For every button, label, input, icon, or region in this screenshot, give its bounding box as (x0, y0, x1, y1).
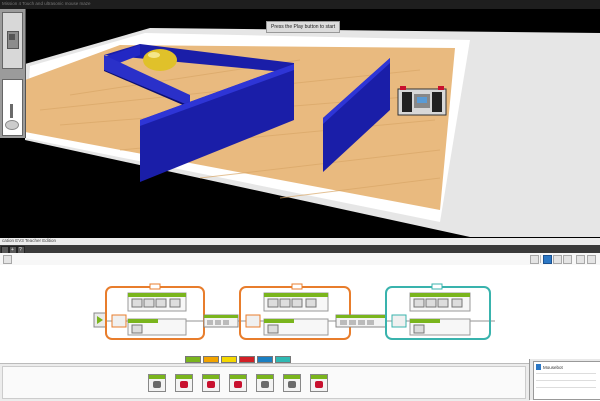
program-canvas[interactable] (0, 265, 600, 357)
editor-tab-bar: + ? (0, 245, 600, 254)
simulator-window: Mission 4 Touch and ultrasonic mouse maz… (0, 0, 600, 238)
sensor-icon (5, 120, 19, 130)
sensor-view-button[interactable] (2, 79, 23, 136)
yellow-ball (143, 49, 177, 71)
editor-title: cation EV3 Teacher Edition (2, 238, 56, 243)
palette-tab-sensor[interactable] (221, 356, 237, 363)
palette-tab-data[interactable] (239, 356, 255, 363)
loop-2 (239, 283, 351, 340)
palette-category-tabs (185, 356, 295, 363)
robot-icon (397, 86, 447, 116)
palette-tab-flow[interactable] (203, 356, 219, 363)
play-hint-text: Press the Play button to start (271, 24, 336, 30)
display-block[interactable] (256, 374, 274, 392)
program-diagram (93, 283, 495, 340)
simulator-title-bar: Mission 4 Touch and ultrasonic mouse maz… (0, 0, 600, 9)
editor-title-bar: cation EV3 Teacher Edition (0, 238, 600, 245)
hardware-brick-name: Mousebot (543, 365, 563, 370)
large-motor-block[interactable] (175, 374, 193, 392)
menu-icon[interactable] (3, 255, 12, 264)
move-steering-icon (203, 314, 239, 328)
simulator-title: Mission 4 Touch and ultrasonic mouse maz… (2, 1, 91, 6)
sound-icon (335, 314, 387, 328)
pan-tool-icon[interactable] (553, 255, 562, 264)
camera-view-button[interactable] (2, 12, 23, 69)
move-tank-block[interactable] (229, 374, 247, 392)
maze-scene (25, 28, 600, 237)
loop-1 (105, 283, 205, 340)
save-icon[interactable] (576, 255, 585, 264)
play-hint-banner: Press the Play button to start (266, 21, 341, 33)
brick-icon (536, 364, 541, 370)
start-block (93, 312, 107, 328)
hardware-page: Mousebot (529, 359, 600, 400)
medium-motor-block[interactable] (148, 374, 166, 392)
zoom-icon[interactable] (563, 255, 572, 264)
palette-tab-action[interactable] (185, 356, 201, 363)
download-icon[interactable] (587, 255, 596, 264)
simulator-side-panel (0, 9, 26, 138)
move-steering-block[interactable] (202, 374, 220, 392)
sound-block[interactable] (283, 374, 301, 392)
switch-icon (385, 283, 491, 340)
ev3-editor: cation EV3 Teacher Edition + ? Mousebot (0, 238, 600, 401)
comment-icon[interactable] (530, 255, 539, 264)
brick-status-light-icon[interactable] (310, 374, 328, 392)
block-palette (0, 363, 530, 401)
palette-tab-advanced[interactable] (257, 356, 273, 363)
palette-tab-myblocks[interactable] (275, 356, 291, 363)
select-tool-icon[interactable] (543, 255, 552, 264)
